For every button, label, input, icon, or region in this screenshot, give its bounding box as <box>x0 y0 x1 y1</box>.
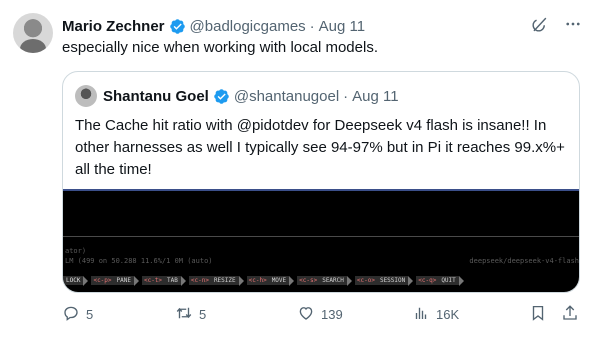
tweet-actions: 5 5 139 16K <box>62 303 582 325</box>
keybinding-arrow-icon <box>83 275 89 286</box>
heart-icon <box>297 304 315 325</box>
terminal-label: ator) <box>65 247 87 255</box>
terminal-keybinding-bar: LOCK <c-p> PANE <c-t> TAB <c-n> RESIZE <c-h> MOV… <box>63 275 579 286</box>
reply-count: 5 <box>86 306 94 322</box>
like-count: 139 <box>321 306 343 322</box>
bookmark-icon <box>529 304 547 325</box>
share-icon <box>561 304 579 325</box>
keybinding-action: RESIZE <box>210 276 239 285</box>
keybinding-action: PANE <box>113 276 134 285</box>
views-icon <box>412 304 430 325</box>
quoted-author-avatar[interactable] <box>75 85 97 107</box>
repost-button[interactable]: 5 <box>175 303 206 325</box>
repost-icon <box>175 304 193 325</box>
separator-dot: · <box>343 87 349 105</box>
keybinding-arrow-icon <box>133 275 139 286</box>
keybinding-arrow-icon <box>458 275 464 286</box>
views-button[interactable]: 16K <box>412 303 459 325</box>
terminal-screenshot[interactable]: ator) LM (499 on 50.288 11.6%/1 0M (auto… <box>63 189 579 292</box>
keybinding-modifier: <c-s> <box>297 276 320 285</box>
keybinding-action: MOVE <box>268 276 290 285</box>
separator-dot: · <box>309 17 315 35</box>
tweet-header: Mario Zechner @badlogicgames · Aug 11 <box>62 15 365 37</box>
post-date[interactable]: Aug 11 <box>319 18 365 35</box>
keybinding-arrow-icon <box>238 275 244 286</box>
quoted-tweet[interactable]: Shantanu Goel @shantanugoel · Aug 11 The… <box>62 71 580 293</box>
repost-count: 5 <box>199 306 207 322</box>
author-handle[interactable]: @badlogicgames <box>190 18 306 35</box>
keybinding-arrow-icon <box>408 275 414 286</box>
keybinding-action: TAB <box>164 276 181 285</box>
terminal-status-line: LM (499 on 50.288 11.6%/1 0M (auto) <box>65 257 213 265</box>
keybinding-arrow-icon <box>180 275 186 286</box>
keybinding-session: <c-o> SESSION <box>354 275 414 286</box>
reply-icon <box>62 304 80 325</box>
terminal-top-border <box>63 189 579 191</box>
keybinding-action: QUIT <box>438 276 459 285</box>
like-button[interactable]: 139 <box>297 303 343 325</box>
header-actions <box>529 14 583 34</box>
terminal-divider <box>63 236 579 237</box>
keybinding-arrow-icon <box>289 275 295 286</box>
more-icon[interactable] <box>563 14 583 34</box>
author-avatar[interactable] <box>13 13 53 53</box>
author-name[interactable]: Mario Zechner <box>62 18 165 35</box>
keybinding-lock: LOCK <box>63 275 89 286</box>
quoted-author-name[interactable]: Shantanu Goel <box>103 88 209 105</box>
grok-icon[interactable] <box>529 14 549 34</box>
keybinding-quit: <c-q> QUIT <box>416 275 464 286</box>
keybinding-modifier: <c-o> <box>354 276 377 285</box>
verified-badge-icon <box>169 18 186 35</box>
keybinding-pane: <c-p> PANE <box>91 275 139 286</box>
views-count: 16K <box>436 306 460 322</box>
keybinding-action: SEARCH <box>319 276 347 285</box>
tweet[interactable]: Mario Zechner @badlogicgames · Aug 11 es… <box>0 0 597 338</box>
keybinding-resize: <c-n> RESIZE <box>188 275 244 286</box>
post-text: especially nice when working with local … <box>62 39 378 56</box>
bookmark-button[interactable] <box>529 303 547 325</box>
keybinding-modifier: <c-p> <box>91 276 114 285</box>
keybinding-action: LOCK <box>63 276 84 285</box>
keybinding-modifier: <c-h> <box>246 276 269 285</box>
quoted-post-date[interactable]: Aug 11 <box>352 88 398 105</box>
keybinding-arrow-icon <box>346 275 352 286</box>
keybinding-move: <c-h> MOVE <box>246 275 295 286</box>
share-button[interactable] <box>561 303 579 325</box>
quoted-tweet-header: Shantanu Goel @shantanugoel · Aug 11 <box>103 85 399 107</box>
keybinding-search: <c-s> SEARCH <box>297 275 352 286</box>
verified-badge-icon <box>213 88 230 105</box>
reply-button[interactable]: 5 <box>62 303 93 325</box>
keybinding-modifier: <c-n> <box>188 276 211 285</box>
keybinding-modifier: <c-t> <box>141 276 165 285</box>
keybinding-action: SESSION <box>376 276 409 285</box>
keybinding-tab: <c-t> TAB <box>141 275 186 286</box>
quoted-author-handle[interactable]: @shantanugoel <box>234 88 339 105</box>
keybinding-modifier: <c-q> <box>416 276 439 285</box>
terminal-model-name: deepseek/deepseek-v4-flash <box>469 257 579 265</box>
quoted-tweet-text: The Cache hit ratio with @pidotdev for D… <box>75 117 565 178</box>
